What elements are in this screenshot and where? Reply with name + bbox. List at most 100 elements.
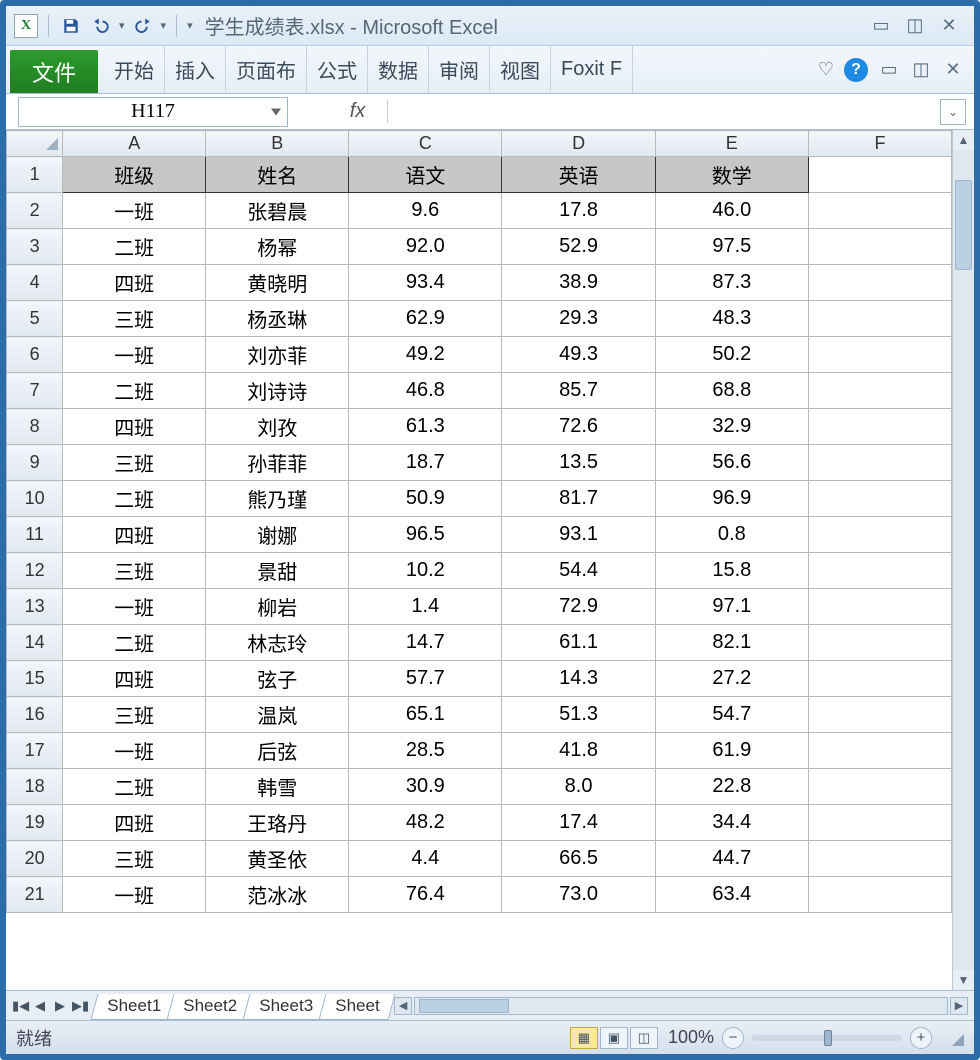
cell[interactable] [808, 697, 951, 733]
cell[interactable]: 0.8 [655, 517, 808, 553]
ribbon-tab-home[interactable]: 开始 [104, 46, 165, 93]
cell[interactable] [808, 229, 951, 265]
cell[interactable]: 林志玲 [206, 625, 349, 661]
cell[interactable] [808, 589, 951, 625]
cell[interactable]: 熊乃瑾 [206, 481, 349, 517]
minimize-button[interactable]: ▭ [870, 17, 892, 35]
workbook-restore-button[interactable]: ◫ [910, 61, 932, 79]
cell[interactable]: 一班 [63, 589, 206, 625]
cell[interactable] [808, 157, 951, 193]
column-header[interactable]: C [349, 131, 502, 157]
cell[interactable]: 72.9 [502, 589, 655, 625]
cell[interactable]: 一班 [63, 733, 206, 769]
cell[interactable]: 温岚 [206, 697, 349, 733]
cell[interactable]: 张碧晨 [206, 193, 349, 229]
cell[interactable]: 76.4 [349, 877, 502, 913]
cell[interactable]: 刘亦菲 [206, 337, 349, 373]
cell[interactable]: 27.2 [655, 661, 808, 697]
cell[interactable]: 四班 [63, 265, 206, 301]
cell[interactable]: 8.0 [502, 769, 655, 805]
row-header[interactable]: 16 [7, 697, 63, 733]
zoom-slider[interactable] [752, 1035, 902, 1041]
cell[interactable]: 孙菲菲 [206, 445, 349, 481]
cell[interactable]: 61.1 [502, 625, 655, 661]
row-header[interactable]: 19 [7, 805, 63, 841]
cell[interactable]: 97.1 [655, 589, 808, 625]
scroll-right-icon[interactable]: ▶ [950, 997, 968, 1015]
scrollbar-thumb[interactable] [419, 999, 509, 1013]
page-layout-view-button[interactable]: ▣ [600, 1027, 628, 1049]
cell[interactable]: 韩雪 [206, 769, 349, 805]
ribbon-tab-insert[interactable]: 插入 [165, 46, 226, 93]
fx-label[interactable]: fx [328, 100, 388, 123]
last-sheet-button[interactable]: ▶▮ [72, 998, 88, 1014]
name-box[interactable]: H117 [18, 97, 288, 127]
cell[interactable] [808, 553, 951, 589]
cell[interactable]: 一班 [63, 193, 206, 229]
row-header[interactable]: 7 [7, 373, 63, 409]
page-break-view-button[interactable]: ◫ [630, 1027, 658, 1049]
cell[interactable]: 96.5 [349, 517, 502, 553]
cell[interactable]: 46.8 [349, 373, 502, 409]
row-header[interactable]: 11 [7, 517, 63, 553]
row-header[interactable]: 5 [7, 301, 63, 337]
cell[interactable]: 48.2 [349, 805, 502, 841]
cell[interactable]: 黄晓明 [206, 265, 349, 301]
cell[interactable]: 王珞丹 [206, 805, 349, 841]
row-header[interactable]: 8 [7, 409, 63, 445]
cell[interactable]: 15.8 [655, 553, 808, 589]
ribbon-tab-view[interactable]: 视图 [490, 46, 551, 93]
cell[interactable]: 二班 [63, 481, 206, 517]
cell[interactable] [808, 193, 951, 229]
cell[interactable]: 92.0 [349, 229, 502, 265]
cell[interactable]: 9.6 [349, 193, 502, 229]
scrollbar-track[interactable] [953, 150, 974, 970]
cell[interactable] [808, 409, 951, 445]
cell[interactable]: 谢娜 [206, 517, 349, 553]
cell[interactable]: 49.3 [502, 337, 655, 373]
cell[interactable]: 三班 [63, 697, 206, 733]
cell[interactable]: 51.3 [502, 697, 655, 733]
expand-formula-bar-button[interactable]: ⌄ [940, 99, 966, 125]
row-header[interactable]: 13 [7, 589, 63, 625]
cell[interactable]: 72.6 [502, 409, 655, 445]
cell[interactable] [808, 373, 951, 409]
row-header[interactable]: 1 [7, 157, 63, 193]
undo-button[interactable] [89, 14, 113, 38]
cell[interactable] [808, 625, 951, 661]
row-header[interactable]: 21 [7, 877, 63, 913]
ribbon-tab-pagelayout[interactable]: 页面布 [226, 46, 307, 93]
sheet-tab[interactable]: Sheet1 [91, 994, 178, 1020]
cell[interactable]: 杨幂 [206, 229, 349, 265]
sheet-tab[interactable]: Sheet2 [166, 994, 253, 1020]
cell[interactable]: 73.0 [502, 877, 655, 913]
cell[interactable] [808, 661, 951, 697]
cell[interactable]: 93.4 [349, 265, 502, 301]
cell[interactable]: 四班 [63, 409, 206, 445]
zoom-in-button[interactable]: + [910, 1027, 932, 1049]
spreadsheet-grid[interactable]: ABCDEF 1班级姓名语文英语数学2一班张碧晨9.617.846.03二班杨幂… [6, 130, 952, 913]
cell[interactable] [808, 733, 951, 769]
cell[interactable] [808, 877, 951, 913]
cell[interactable]: 三班 [63, 841, 206, 877]
cell[interactable]: 三班 [63, 301, 206, 337]
cell[interactable]: 4.4 [349, 841, 502, 877]
cell[interactable]: 50.2 [655, 337, 808, 373]
cell[interactable]: 81.7 [502, 481, 655, 517]
cell[interactable]: 50.9 [349, 481, 502, 517]
cell[interactable]: 黄圣依 [206, 841, 349, 877]
cell[interactable]: 数学 [655, 157, 808, 193]
zoom-level[interactable]: 100% [668, 1027, 714, 1048]
cell[interactable]: 32.9 [655, 409, 808, 445]
cell[interactable]: 87.3 [655, 265, 808, 301]
cell[interactable]: 一班 [63, 877, 206, 913]
cell[interactable]: 语文 [349, 157, 502, 193]
row-header[interactable]: 6 [7, 337, 63, 373]
cell[interactable]: 二班 [63, 769, 206, 805]
cell[interactable]: 41.8 [502, 733, 655, 769]
cell[interactable]: 61.9 [655, 733, 808, 769]
row-header[interactable]: 14 [7, 625, 63, 661]
cell[interactable]: 93.1 [502, 517, 655, 553]
row-header[interactable]: 18 [7, 769, 63, 805]
first-sheet-button[interactable]: ▮◀ [12, 998, 28, 1014]
